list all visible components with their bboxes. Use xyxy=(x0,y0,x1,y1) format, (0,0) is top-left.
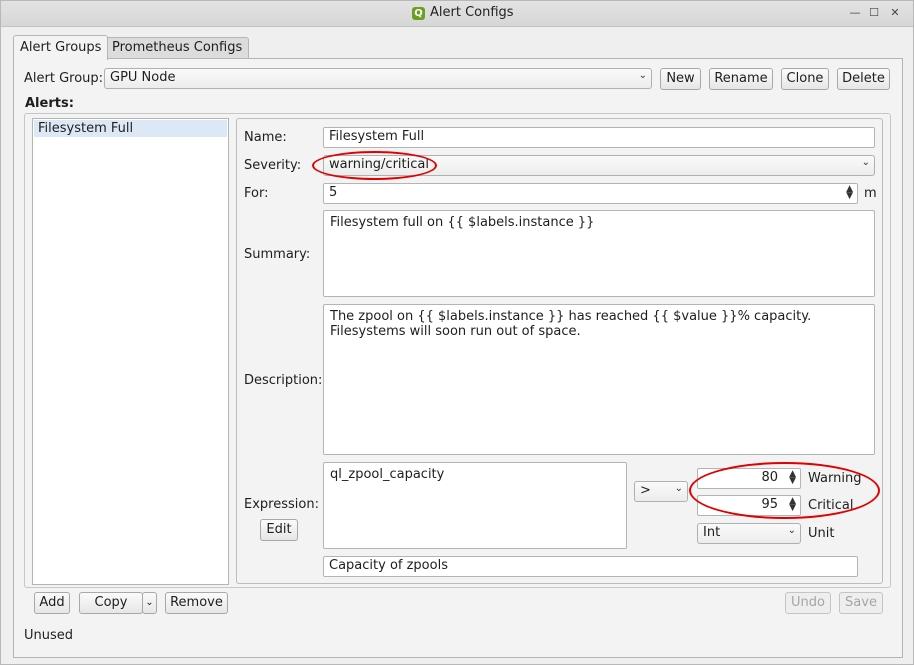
expression-textarea[interactable]: ql_zpool_capacity xyxy=(323,462,627,549)
chevron-down-icon: ⌄ xyxy=(674,483,683,494)
name-input[interactable]: Filesystem Full xyxy=(323,127,875,148)
description-label: Description: xyxy=(244,373,323,388)
for-spinbox[interactable]: 5 ▲ ▼ xyxy=(323,183,858,204)
description-textarea[interactable]: The zpool on {{ $labels.instance }} has … xyxy=(323,304,875,455)
copy-alert-button[interactable]: Copy xyxy=(79,592,143,614)
list-item[interactable]: Filesystem Full xyxy=(34,120,227,137)
edit-expression-button[interactable]: Edit xyxy=(260,519,298,541)
undo-button[interactable]: Undo xyxy=(785,592,831,614)
tab-alert-groups[interactable]: Alert Groups xyxy=(13,35,109,60)
clone-button[interactable]: Clone xyxy=(781,68,829,90)
title-bar: Q Alert Configs — ☐ ✕ xyxy=(1,1,913,27)
operator-selected-value: > xyxy=(640,483,651,498)
rename-button[interactable]: Rename xyxy=(709,68,773,90)
new-button[interactable]: New xyxy=(660,68,701,90)
tab-prometheus-configs[interactable]: Prometheus Configs xyxy=(105,37,250,58)
unit-label: Unit xyxy=(808,526,835,541)
chevron-down-icon: ⌄ xyxy=(861,157,870,168)
alerts-label: Alerts: xyxy=(25,96,74,111)
delete-button[interactable]: Delete xyxy=(837,68,890,90)
expression-description-input[interactable]: Capacity of zpools xyxy=(323,556,858,577)
remove-alert-button[interactable]: Remove xyxy=(165,592,228,614)
unit-selected-value: Int xyxy=(703,525,721,540)
alert-group-select[interactable]: GPU Node ⌄ xyxy=(104,68,652,89)
window-title: Alert Configs xyxy=(430,5,514,20)
severity-highlight-ellipse xyxy=(312,151,437,180)
thresholds-highlight-ellipse xyxy=(689,462,880,519)
status-text: Unused xyxy=(24,628,74,643)
chevron-down-icon: ⌄ xyxy=(638,70,647,81)
summary-label: Summary: xyxy=(244,247,311,262)
alerts-list[interactable]: Filesystem Full xyxy=(32,118,229,585)
spin-arrows-icon[interactable]: ▲ ▼ xyxy=(846,185,853,201)
copy-menu-chevron-icon[interactable]: ⌄ xyxy=(142,592,157,614)
summary-textarea[interactable]: Filesystem full on {{ $labels.instance }… xyxy=(323,210,875,297)
close-icon[interactable]: ✕ xyxy=(888,6,902,20)
add-alert-button[interactable]: Add xyxy=(34,592,70,614)
chevron-down-icon: ⌄ xyxy=(787,525,796,536)
name-label: Name: xyxy=(244,130,287,145)
expression-label: Expression: xyxy=(244,497,319,512)
operator-select[interactable]: > ⌄ xyxy=(634,481,688,502)
alert-configs-window: Q Alert Configs — ☐ ✕ Alert Groups Prome… xyxy=(0,0,914,665)
alert-group-selected-value: GPU Node xyxy=(110,70,176,85)
for-unit-label: m xyxy=(864,186,877,201)
maximize-icon[interactable]: ☐ xyxy=(867,6,881,20)
for-value: 5 xyxy=(329,185,338,200)
unit-select[interactable]: Int ⌄ xyxy=(697,523,801,544)
save-button[interactable]: Save xyxy=(839,592,883,614)
minimize-icon[interactable]: — xyxy=(848,6,862,20)
severity-label: Severity: xyxy=(244,158,302,173)
app-icon: Q xyxy=(412,7,425,20)
for-label: For: xyxy=(244,186,269,201)
alert-group-label: Alert Group: xyxy=(24,71,104,86)
